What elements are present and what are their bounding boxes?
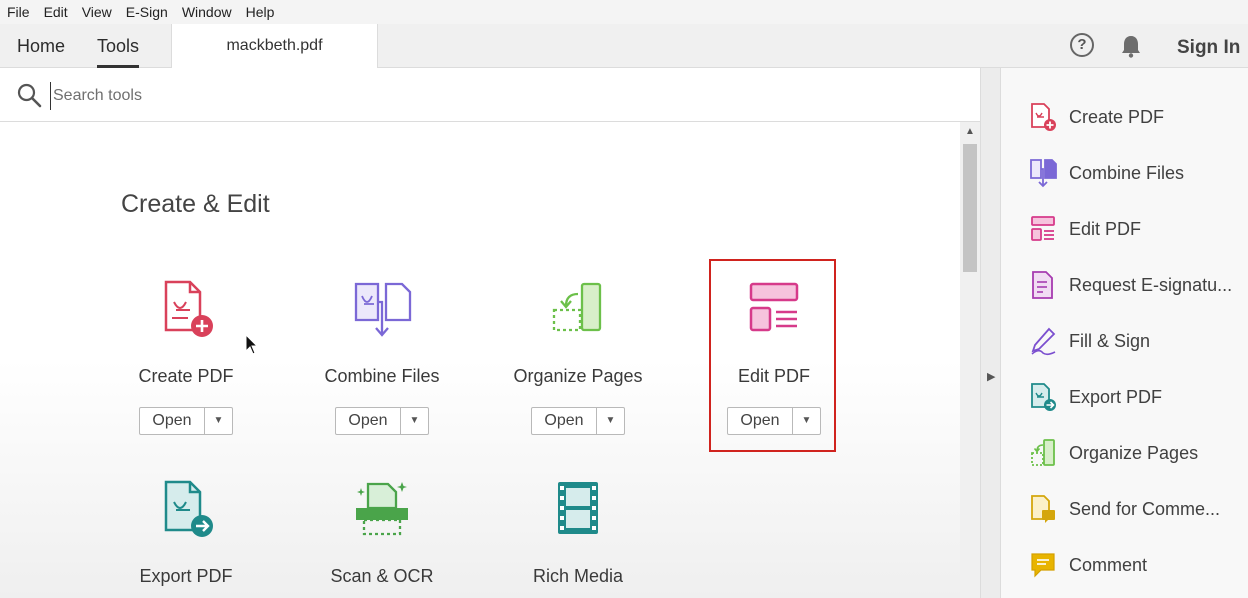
right-panel-item-export-pdf[interactable]: Export PDF — [1029, 381, 1162, 413]
search-bar — [0, 68, 980, 122]
right-panel-item-send-for-comments[interactable]: Send for Comme... — [1029, 493, 1220, 525]
scroll-thumb[interactable] — [963, 144, 977, 272]
highlight-box — [709, 259, 836, 452]
right-panel-item-label: Fill & Sign — [1069, 330, 1151, 351]
tab-document[interactable]: mackbeth.pdf — [171, 24, 378, 68]
menu-help[interactable]: Help — [239, 0, 282, 24]
scroll-up-arrow-icon[interactable]: ▲ — [960, 124, 980, 140]
open-button[interactable]: Open — [532, 408, 597, 434]
create-pdf-icon — [164, 280, 213, 337]
notifications-bell-icon[interactable] — [1118, 33, 1144, 59]
tool-label: Export PDF — [139, 566, 233, 586]
scan-ocr-icon — [356, 482, 408, 536]
right-tools-panel: Create PDF Combine Files Edit PDF Reques… — [1001, 68, 1248, 598]
right-panel-item-edit-pdf[interactable]: Edit PDF — [1029, 213, 1141, 245]
sign-in-button[interactable]: Sign In — [1177, 24, 1240, 68]
tool-card-create-pdf: Create PDF Open ▼ — [106, 280, 266, 435]
tool-card-rich-media: Rich Media — [498, 480, 658, 587]
tool-card-organize-pages: Organize Pages Open ▼ — [498, 280, 658, 435]
send-comment-icon — [1031, 495, 1055, 523]
organize-pages-icon — [552, 282, 602, 332]
right-panel-item-create-pdf[interactable]: Create PDF — [1029, 101, 1164, 133]
section-title: Create & Edit — [121, 190, 270, 218]
comment-icon — [1031, 553, 1055, 578]
search-icon — [17, 83, 42, 108]
menu-view[interactable]: View — [75, 0, 119, 24]
tool-label: Organize Pages — [513, 366, 643, 386]
right-panel-item-fill-sign[interactable]: Fill & Sign — [1029, 325, 1150, 357]
open-split-button: Open ▼ — [335, 407, 429, 435]
tab-bar: Home Tools mackbeth.pdf ? Sign In — [0, 24, 1248, 68]
menu-edit[interactable]: Edit — [37, 0, 75, 24]
tool-label: Combine Files — [324, 366, 440, 386]
right-panel-item-label: Comment — [1069, 554, 1148, 575]
open-split-button: Open ▼ — [139, 407, 233, 435]
combine-files-icon — [354, 282, 412, 337]
edit-pdf-icon — [1031, 216, 1055, 241]
tab-tools[interactable]: Tools — [97, 24, 140, 68]
combine-files-icon — [1030, 159, 1057, 188]
dropdown-arrow-icon[interactable]: ▼ — [597, 408, 624, 434]
dropdown-arrow-icon[interactable]: ▼ — [205, 408, 232, 434]
search-input[interactable] — [50, 82, 655, 110]
right-panel-item-comment[interactable]: Comment — [1029, 549, 1147, 581]
menu-bar: File Edit View E-Sign Window Help — [0, 0, 1248, 24]
open-split-button: Open ▼ — [531, 407, 625, 435]
right-panel-item-label: Export PDF — [1069, 386, 1163, 407]
export-pdf-icon — [1031, 383, 1056, 411]
right-panel-item-label: Send for Comme... — [1069, 498, 1221, 519]
export-pdf-icon — [164, 480, 213, 537]
panel-collapse-strip[interactable]: ▶ — [980, 68, 1001, 598]
request-esign-icon — [1032, 271, 1053, 299]
right-panel-item-combine-files[interactable]: Combine Files — [1029, 157, 1184, 189]
tool-card-combine-files: Combine Files Open ▼ — [302, 280, 462, 435]
vertical-scrollbar[interactable]: ▲ — [960, 122, 980, 598]
right-panel-item-organize-pages[interactable]: Organize Pages — [1029, 437, 1198, 469]
fill-sign-icon — [1031, 327, 1056, 356]
tools-center: Create & Edit Create PDF Open ▼ Combine … — [0, 122, 960, 598]
right-panel-item-label: Create PDF — [1069, 106, 1165, 127]
tool-card-export-pdf: Export PDF — [106, 480, 266, 587]
expand-arrow-icon[interactable]: ▶ — [987, 370, 995, 383]
tab-home[interactable]: Home — [17, 24, 65, 68]
open-button[interactable]: Open — [336, 408, 401, 434]
menu-window[interactable]: Window — [175, 0, 239, 24]
tool-card-scan-ocr: Scan & OCR — [302, 480, 462, 587]
create-pdf-icon — [1031, 103, 1056, 131]
tool-label: Create PDF — [138, 366, 234, 386]
dropdown-arrow-icon[interactable]: ▼ — [401, 408, 428, 434]
right-panel-item-label: Combine Files — [1069, 162, 1185, 183]
mouse-cursor-icon — [245, 334, 259, 355]
rich-media-icon — [558, 482, 598, 534]
right-panel-item-request-esignatures[interactable]: Request E-signatu... — [1029, 269, 1232, 301]
help-button[interactable]: ? — [1070, 33, 1094, 57]
open-button[interactable]: Open — [140, 408, 205, 434]
organize-pages-icon — [1031, 439, 1055, 466]
menu-esign[interactable]: E-Sign — [119, 0, 175, 24]
menu-file[interactable]: File — [0, 0, 37, 24]
right-panel-item-label: Request E-signatu... — [1069, 274, 1233, 295]
tool-label: Scan & OCR — [330, 566, 434, 586]
right-panel-item-label: Organize Pages — [1069, 442, 1199, 463]
tool-label: Rich Media — [532, 566, 624, 586]
right-panel-item-label: Edit PDF — [1069, 218, 1142, 239]
